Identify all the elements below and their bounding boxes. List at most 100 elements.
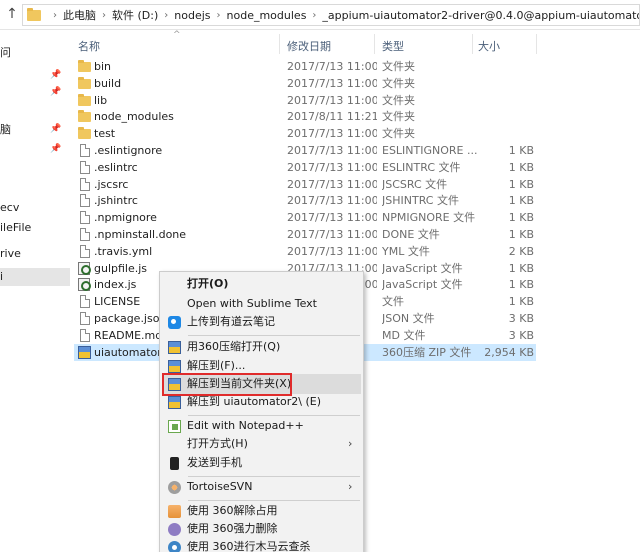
file-name: lib — [94, 94, 108, 107]
file-size: 1 KB — [508, 262, 534, 275]
file-type: ESLINTRC 文件 — [382, 161, 461, 174]
chevron-right-icon: › — [348, 437, 353, 450]
file-type: 文件夹 — [382, 77, 415, 90]
menu-item-send-to-phone[interactable]: 发送到手机 — [162, 453, 361, 473]
file-size: 1 KB — [508, 194, 534, 207]
file-name: .jshintrc — [94, 194, 138, 207]
menu-item-open-with[interactable]: 打开方式(H) › — [162, 434, 361, 454]
file-type: DONE 文件 — [382, 228, 440, 241]
phone-icon — [170, 457, 179, 470]
file-name: bin — [94, 60, 112, 73]
file-size: 2,954 KB — [484, 346, 534, 359]
menu-item-open-360zip[interactable]: 用360压缩打开(Q) — [162, 337, 361, 357]
folder-icon — [78, 127, 91, 139]
folder-icon — [78, 77, 91, 89]
file-date: 2017/7/13 11:00 — [287, 178, 377, 191]
file-name: test — [94, 127, 116, 140]
folder-icon — [78, 94, 91, 106]
file-type: 文件夹 — [382, 94, 415, 107]
menu-item-360-delete[interactable]: 使用 360强力删除 — [162, 519, 361, 539]
file-date: 2017/7/13 11:00 — [287, 60, 377, 73]
file-icon — [80, 178, 90, 191]
file-icon — [80, 312, 90, 325]
file-row[interactable]: bin 2017/7/13 11:00 文件夹 — [74, 58, 536, 75]
youdao-cloud-icon — [168, 316, 181, 329]
zip-icon — [168, 341, 181, 354]
file-name: .npmignore — [94, 211, 157, 224]
menu-item-360-trojan-scan[interactable]: 使用 360进行木马云查杀 — [162, 537, 361, 552]
menu-item-extract-to[interactable]: 解压到(F)... — [162, 356, 361, 376]
menu-item-tortoisesvn[interactable]: TortoiseSVN › — [162, 477, 361, 497]
file-size: 1 KB — [508, 211, 534, 224]
file-date: 2017/8/11 11:21 — [287, 110, 377, 123]
zip-icon — [168, 360, 181, 373]
file-row[interactable]: .npmignore 2017/7/13 11:00 NPMIGNORE 文件 1 K… — [74, 209, 536, 226]
file-type: 文件夹 — [382, 60, 415, 73]
menu-item-open-sublime[interactable]: Open with Sublime Text — [162, 294, 361, 314]
file-name: .jscsrc — [94, 178, 129, 191]
file-row[interactable]: lib 2017/7/13 11:00 文件夹 — [74, 92, 536, 109]
file-icon — [80, 144, 90, 157]
file-name: .eslintignore — [94, 144, 163, 157]
file-icon — [80, 245, 90, 258]
file-size: 1 KB — [508, 228, 534, 241]
context-menu: 打开(O) Open with Sublime Text 上传到有道云笔记 用3… — [159, 271, 364, 552]
zip-icon — [168, 396, 181, 409]
file-name: .npminstall.done — [94, 228, 187, 241]
file-date: 2017/7/13 11:00 — [287, 211, 377, 224]
file-date: 2017/7/13 11:00 — [287, 228, 377, 241]
file-date: 2017/7/13 11:00 — [287, 94, 377, 107]
file-size: 3 KB — [508, 329, 534, 342]
notepadpp-icon — [168, 420, 181, 433]
zip-icon — [78, 346, 91, 359]
chevron-right-icon: › — [348, 480, 353, 493]
file-icon — [80, 194, 90, 207]
file-row[interactable]: test 2017/7/13 11:00 文件夹 — [74, 125, 536, 142]
file-name: .travis.yml — [94, 245, 153, 258]
file-row[interactable]: .jshintrc 2017/7/13 11:00 JSHINTRC 文件 1 KB — [74, 192, 536, 209]
file-type: NPMIGNORE 文件 — [382, 211, 476, 224]
file-icon — [80, 211, 90, 224]
file-row[interactable]: .eslintignore 2017/7/13 11:00 ESLINTIGNORE… — [74, 142, 536, 159]
menu-item-upload-youdao[interactable]: 上传到有道云笔记 — [162, 312, 361, 332]
menu-separator — [188, 335, 360, 336]
menu-item-extract-here[interactable]: 解压到当前文件夹(X) — [162, 374, 361, 394]
file-size: 2 KB — [508, 245, 534, 258]
menu-item-360-unlock[interactable]: 使用 360解除占用 — [162, 501, 361, 521]
file-row[interactable]: build 2017/7/13 11:00 文件夹 — [74, 75, 536, 92]
menu-item-open[interactable]: 打开(O) — [162, 274, 361, 294]
file-row[interactable]: .travis.yml 2017/7/13 11:00 YML 文件 2 KB — [74, 243, 536, 260]
script-icon — [78, 262, 91, 275]
file-size: 3 KB — [508, 312, 534, 325]
file-row[interactable]: .eslintrc 2017/7/13 11:00 ESLINTRC 文件 1 KB — [74, 159, 536, 176]
file-row[interactable]: .jscsrc 2017/7/13 11:00 JSCSRC 文件 1 KB — [74, 176, 536, 193]
folder-icon — [78, 110, 91, 122]
file-name: node_modules — [94, 110, 174, 123]
unlock-icon — [168, 505, 181, 518]
file-date: 2017/7/13 11:00 — [287, 194, 377, 207]
file-type: MD 文件 — [382, 329, 426, 342]
file-type: JSON 文件 — [382, 312, 435, 325]
file-type: 文件夹 — [382, 127, 415, 140]
file-date: 2017/7/13 11:00 — [287, 144, 377, 157]
menu-item-extract-named[interactable]: 解压到 uiautomator2\ (E) — [162, 392, 361, 412]
file-date: 2017/7/13 11:00 — [287, 245, 377, 258]
file-type: JSHINTRC 文件 — [382, 194, 459, 207]
file-size: 1 KB — [508, 278, 534, 291]
file-size: 1 KB — [508, 178, 534, 191]
shred-icon — [168, 523, 181, 536]
script-icon — [78, 278, 91, 291]
file-row[interactable]: node_modules 2017/8/11 11:21 文件夹 — [74, 108, 536, 125]
file-name: build — [94, 77, 122, 90]
file-row[interactable]: .npminstall.done 2017/7/13 11:00 DONE 文件 1 … — [74, 226, 536, 243]
file-name: .eslintrc — [94, 161, 138, 174]
file-type: ESLINTIGNORE ... — [382, 144, 478, 157]
file-type: JSCSRC 文件 — [382, 178, 448, 191]
folder-icon — [78, 60, 91, 72]
file-icon — [80, 329, 90, 342]
file-icon — [80, 228, 90, 241]
file-type: JavaScript 文件 — [382, 278, 463, 291]
zip-icon — [168, 378, 181, 391]
menu-item-edit-notepadpp[interactable]: Edit with Notepad++ — [162, 416, 361, 436]
file-icon — [80, 295, 90, 308]
